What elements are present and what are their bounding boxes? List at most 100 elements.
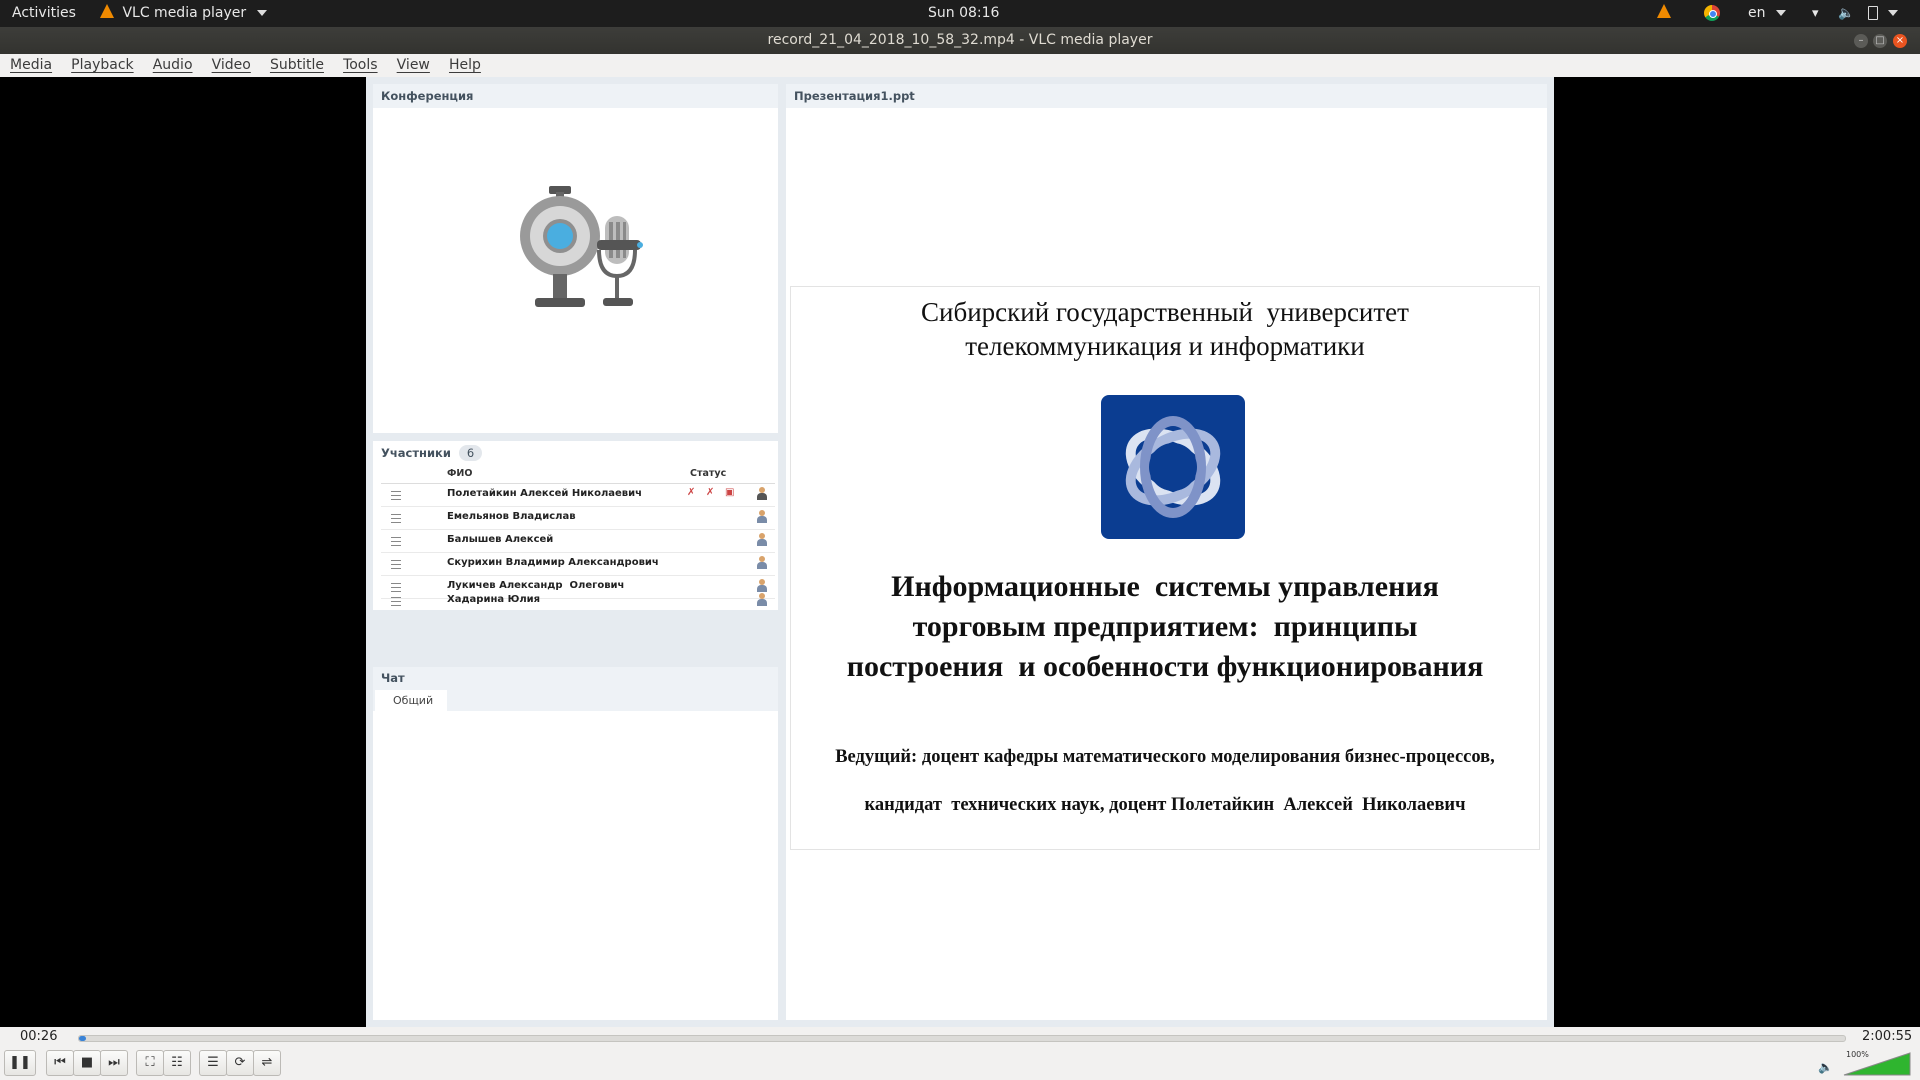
- user-icon: [757, 510, 767, 524]
- menu-help[interactable]: Help: [441, 54, 487, 77]
- chevron-down-icon: [256, 10, 267, 16]
- fullscreen-button[interactable]: ⛶: [136, 1050, 164, 1076]
- menu-media[interactable]: Media: [2, 54, 58, 77]
- participant-name: Лукичев Александр Олегович: [447, 580, 625, 591]
- stop-button[interactable]: ■: [73, 1050, 101, 1076]
- drag-handle-icon[interactable]: [391, 491, 401, 500]
- app-menu[interactable]: VLC media player: [100, 0, 267, 27]
- previous-button[interactable]: ⏮: [46, 1050, 74, 1076]
- conference-panel: Конференция: [373, 84, 778, 433]
- participants-count-badge: 6: [458, 445, 483, 461]
- vlc-cone-icon: [100, 4, 114, 18]
- participants-header: Участники 6: [373, 441, 778, 465]
- menu-view[interactable]: View: [389, 54, 436, 77]
- slide-university-line2: телекоммуникация и информатики: [965, 331, 1365, 361]
- seek-progress: [79, 1036, 87, 1041]
- menu-video[interactable]: Video: [204, 54, 257, 77]
- chevron-down-icon: [1775, 10, 1786, 16]
- playlist-button[interactable]: ☰: [199, 1050, 227, 1076]
- table-row[interactable]: Лукичев Александр Олегович: [381, 575, 775, 599]
- volume-icon[interactable]: 🔈: [1838, 0, 1854, 27]
- clock[interactable]: Sun 08:16: [928, 0, 999, 27]
- drag-handle-icon[interactable]: [391, 560, 401, 569]
- user-icon: [757, 579, 767, 593]
- drag-handle-icon[interactable]: [391, 537, 401, 546]
- conference-title: Конференция: [373, 84, 778, 108]
- participant-name: Хадарина Юлия: [447, 594, 541, 605]
- system-top-bar: Activities VLC media player Sun 08:16 en…: [0, 0, 1920, 27]
- language-indicator[interactable]: en: [1748, 0, 1786, 27]
- app-menu-label: VLC media player: [122, 5, 247, 21]
- extended-settings-button[interactable]: ☷: [163, 1050, 191, 1076]
- vlc-tray-icon[interactable]: [1657, 0, 1671, 27]
- drag-handle-icon[interactable]: [391, 583, 401, 592]
- participant-name: Полетайкин Алексей Николаевич: [447, 488, 642, 499]
- close-icon[interactable]: ×: [1893, 34, 1907, 48]
- shuffle-button[interactable]: ⇌: [253, 1050, 281, 1076]
- user-icon: [757, 556, 767, 570]
- presentation-panel: Презентация1.ppt Сибирский государственн…: [786, 84, 1547, 1020]
- minimize-icon[interactable]: –: [1854, 34, 1868, 48]
- elapsed-time[interactable]: 00:26: [20, 1029, 57, 1044]
- playback-controls: 00:26 2:00:55 ❚❚ ⏮ ■ ⏭ ⛶ ☷ ☰ ⟳ ⇌ 🔈 100%: [0, 1027, 1920, 1080]
- chat-title: Чат: [373, 667, 778, 689]
- total-time[interactable]: 2:00:55: [1862, 1029, 1912, 1044]
- menu-subtitle[interactable]: Subtitle: [262, 54, 330, 77]
- screen-off-icon[interactable]: ▣: [725, 487, 734, 498]
- user-icon: [757, 593, 767, 607]
- drag-handle-icon[interactable]: [391, 597, 401, 606]
- participant-name: Скурихин Владимир Александрович: [447, 557, 659, 568]
- chat-panel: Чат Общий: [373, 667, 778, 1020]
- seek-bar[interactable]: [78, 1035, 1846, 1042]
- chrome-tray-icon[interactable]: [1704, 0, 1720, 27]
- camera-off-icon[interactable]: ✗: [706, 487, 714, 498]
- table-row[interactable]: Скурихин Владимир Александрович: [381, 552, 775, 576]
- presentation-title: Презентация1.ppt: [786, 84, 1547, 108]
- participant-name: Емельянов Владислав: [447, 511, 576, 522]
- participants-panel: Участники 6 ФИО Статус Полетайкин Алексе…: [373, 441, 778, 610]
- window-title: record_21_04_2018_10_58_32.mp4 - VLC med…: [767, 32, 1153, 48]
- speaker-icon[interactable]: 🔈: [1818, 1060, 1833, 1074]
- wifi-icon[interactable]: ▾: [1812, 0, 1819, 27]
- slide-university-line1: Сибирский государственный университет: [921, 297, 1409, 327]
- chat-tabs: Общий: [373, 689, 778, 712]
- video-area[interactable]: Конференция Участники 6 ФИО Статус Полет…: [0, 77, 1920, 1027]
- microphone-off-icon[interactable]: ✗: [687, 487, 695, 498]
- activities-button[interactable]: Activities: [12, 0, 76, 27]
- volume-slider[interactable]: 100%: [1842, 1050, 1912, 1076]
- tab-general[interactable]: Общий: [375, 690, 448, 712]
- participants-table-header: ФИО Статус: [381, 465, 775, 484]
- next-button[interactable]: ⏭: [100, 1050, 128, 1076]
- menu-bar: Media Playback Audio Video Subtitle Tool…: [0, 54, 1920, 78]
- participants-title: Участники: [381, 446, 451, 460]
- table-row[interactable]: Емельянов Владислав: [381, 506, 775, 530]
- battery-icon[interactable]: [1868, 0, 1899, 27]
- webcam-microphone-icon: [520, 186, 643, 307]
- user-icon: [757, 533, 767, 547]
- video-frame: Конференция Участники 6 ФИО Статус Полет…: [366, 77, 1554, 1027]
- table-row[interactable]: Балышев Алексей: [381, 529, 775, 553]
- pause-button[interactable]: ❚❚: [4, 1050, 36, 1076]
- slide: Сибирский государственный университет те…: [790, 286, 1540, 850]
- slide-heading-line2: торговым предприятием: принципы: [912, 610, 1418, 643]
- university-logo: [1101, 395, 1245, 539]
- col-status-header: Статус: [690, 468, 727, 479]
- language-label: en: [1748, 5, 1766, 21]
- slide-presenter-line2: кандидат технических наук, доцент Полета…: [864, 795, 1466, 815]
- menu-tools[interactable]: Tools: [335, 54, 384, 77]
- volume-percent: 100%: [1846, 1050, 1869, 1059]
- menu-audio[interactable]: Audio: [145, 54, 199, 77]
- slide-heading-line3: построения и особенности функционировани…: [846, 650, 1484, 683]
- menu-playback[interactable]: Playback: [63, 54, 139, 77]
- drag-handle-icon[interactable]: [391, 514, 401, 523]
- chevron-down-icon: [1888, 10, 1899, 16]
- table-row[interactable]: Хадарина Юлия: [381, 593, 775, 610]
- loop-button[interactable]: ⟳: [226, 1050, 254, 1076]
- slide-heading-line1: Информационные системы управления: [891, 570, 1439, 603]
- participant-name: Балышев Алексей: [447, 534, 554, 545]
- user-icon: [757, 487, 767, 501]
- slide-presenter-line1: Ведущий: доцент кафедры математического …: [835, 747, 1495, 767]
- table-row[interactable]: Полетайкин Алексей Николаевич ✗ ✗ ▣: [381, 483, 775, 507]
- maximize-icon[interactable]: □: [1873, 34, 1887, 48]
- window-titlebar[interactable]: record_21_04_2018_10_58_32.mp4 - VLC med…: [0, 27, 1920, 54]
